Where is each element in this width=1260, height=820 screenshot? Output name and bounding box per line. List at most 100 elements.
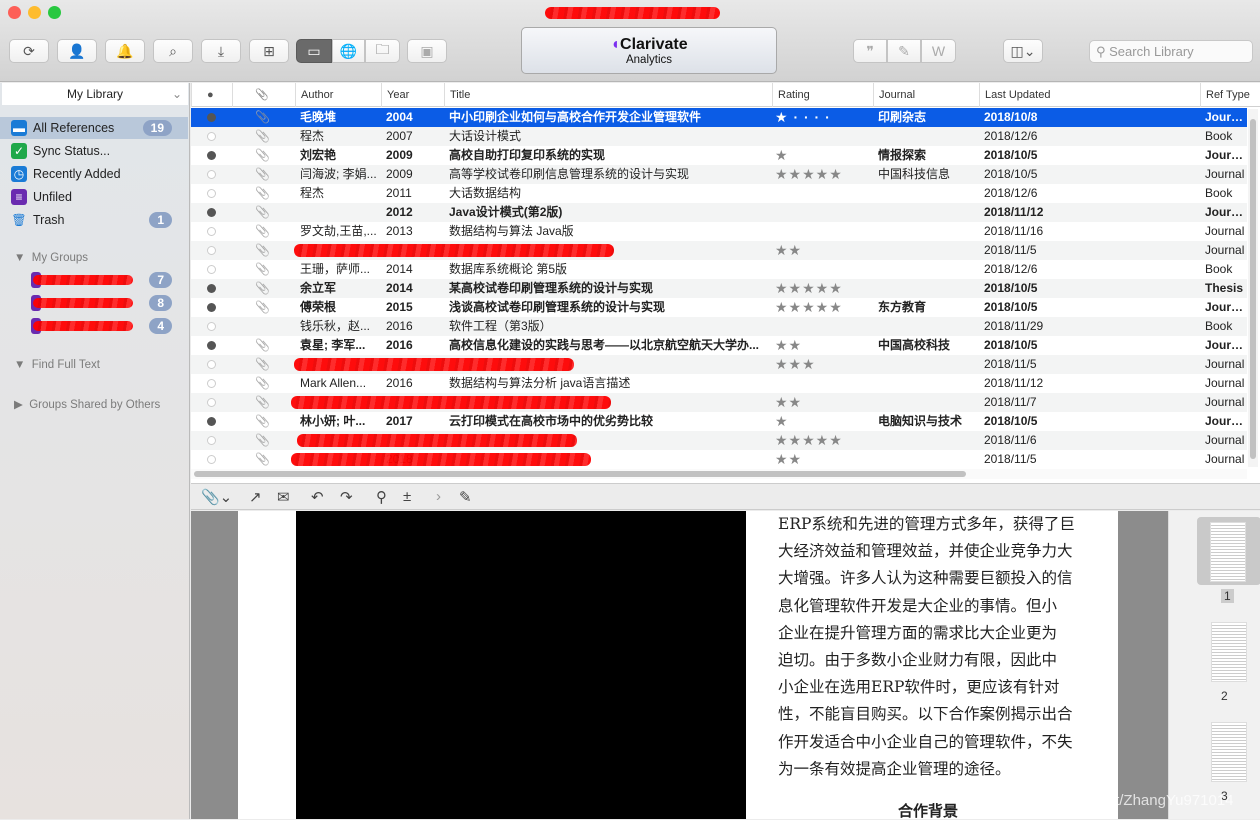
- sidebar-item-trash[interactable]: 🗑 Trash 1: [0, 209, 188, 231]
- group-item[interactable]: 7: [0, 269, 188, 291]
- horizontal-scrollbar[interactable]: [191, 469, 1247, 479]
- vertical-scrollbar[interactable]: [1248, 109, 1258, 467]
- page-thumbnail-1[interactable]: [1210, 522, 1246, 582]
- add-author-button[interactable]: 👤: [57, 39, 97, 63]
- table-row[interactable]: 📎 2012 Java设计模式(第2版) 2018/11/12 Journal: [191, 203, 1247, 222]
- sync-button[interactable]: ⟳: [9, 39, 49, 63]
- attachment-menu-icon[interactable]: 📎⌄: [201, 488, 232, 506]
- find-full-text-button[interactable]: ⌕: [153, 39, 193, 63]
- page-thumbnail-2[interactable]: [1211, 622, 1247, 682]
- notification-button[interactable]: 🔔: [105, 39, 145, 63]
- column-header-rating[interactable]: Rating: [772, 83, 873, 107]
- sidebar-item-recently-added[interactable]: ◷ Recently Added: [0, 163, 188, 185]
- layout-button[interactable]: ◫⌄: [1003, 39, 1043, 63]
- page-thumbnail-3[interactable]: [1211, 722, 1247, 782]
- table-row[interactable]: 📎 闫海波; 李娟... 2009 高等学校试卷印刷信息管理系统的设计与实现 中国科技信…: [191, 165, 1247, 184]
- column-header-year[interactable]: Year: [381, 83, 444, 107]
- email-icon[interactable]: ✉: [277, 488, 290, 506]
- format-bibliography-button[interactable]: ✎: [887, 39, 921, 63]
- rating-stars[interactable]: ★★★★★: [775, 298, 843, 317]
- rating-stars[interactable]: ★★★★★: [775, 431, 843, 450]
- zoom-plus-minus-icon[interactable]: ±: [403, 488, 411, 505]
- preview-pane-button[interactable]: ▣: [407, 39, 447, 63]
- open-external-icon[interactable]: ↗: [249, 488, 262, 506]
- search-pdf-icon[interactable]: ⚲: [376, 488, 387, 506]
- word-button[interactable]: W: [921, 39, 956, 63]
- sidebar-item-unfiled[interactable]: ≡ Unfiled: [0, 186, 188, 208]
- minimize-window-button[interactable]: [28, 6, 41, 19]
- sidebar-item-sync-status[interactable]: ✓ Sync Status...: [0, 140, 188, 162]
- library-selector[interactable]: My Library ⌄: [2, 83, 188, 105]
- read-indicator-icon[interactable]: [207, 227, 216, 236]
- vertical-scroll-thumb[interactable]: [1250, 119, 1256, 459]
- horizontal-scroll-thumb[interactable]: [194, 471, 966, 477]
- read-indicator-icon[interactable]: [207, 132, 216, 141]
- column-header-last-updated[interactable]: Last Updated: [979, 83, 1200, 107]
- unread-indicator-icon[interactable]: [207, 303, 216, 312]
- unread-indicator-icon[interactable]: [207, 208, 216, 217]
- read-indicator-icon[interactable]: [207, 322, 216, 331]
- local-library-mode-button[interactable]: ▭: [296, 39, 332, 63]
- read-indicator-icon[interactable]: [207, 455, 216, 464]
- read-indicator-icon[interactable]: [207, 265, 216, 274]
- zoom-window-button[interactable]: [48, 6, 61, 19]
- table-row[interactable]: 钱乐秋，赵... 2016 软件工程（第3版） 2018/11/29 Book: [191, 317, 1247, 336]
- read-indicator-icon[interactable]: [207, 379, 216, 388]
- column-header-attachment[interactable]: 📎: [232, 83, 295, 107]
- groups-shared-header[interactable]: ▶ Groups Shared by Others: [14, 397, 160, 411]
- column-header-ref-type[interactable]: Ref Type: [1200, 83, 1250, 107]
- table-row[interactable]: 📎 林小妍; 叶... 2017 云打印模式在高校市场中的优劣势比较 电脑知识与技术 20…: [191, 412, 1247, 431]
- rating-stars[interactable]: ★★★★★: [775, 165, 843, 184]
- table-row[interactable]: 📎 程杰 2007 大话设计模式 2018/12/6 Book: [191, 127, 1247, 146]
- import-button[interactable]: ⤓: [201, 39, 241, 63]
- table-row[interactable]: 📎 罗文劼,王苗,... 2013 数据结构与算法 Java版 2018/11/16 Jo…: [191, 222, 1247, 241]
- rotate-right-icon[interactable]: ↷: [340, 488, 353, 506]
- column-header-title[interactable]: Title: [444, 83, 772, 107]
- sidebar-item-all-references[interactable]: ▬ All References 19: [0, 117, 188, 139]
- table-row[interactable]: 📎 毛晚堆 2004 中小印刷企业如何与高校合作开发企业管理软件 印刷杂志 2018/10…: [191, 108, 1247, 127]
- column-header-author[interactable]: Author: [295, 83, 381, 107]
- table-row[interactable]: 📎 2018/11/5 Journal ★★★: [191, 355, 1247, 374]
- table-row[interactable]: 📎 王珊，萨师... 2014 数据库系统概论 第5版 2018/12/6 Book: [191, 260, 1247, 279]
- rating-stars[interactable]: ★: [775, 412, 789, 431]
- unread-indicator-icon[interactable]: [207, 284, 216, 293]
- unread-indicator-icon[interactable]: [207, 341, 216, 350]
- read-indicator-icon[interactable]: [207, 398, 216, 407]
- unread-indicator-icon[interactable]: [207, 151, 216, 160]
- group-item[interactable]: 4: [0, 315, 188, 337]
- rating-stars[interactable]: ★★★: [775, 355, 816, 374]
- rating-stars[interactable]: ★: [775, 146, 789, 165]
- column-header-read-status[interactable]: ●: [191, 83, 232, 107]
- table-row[interactable]: 📎 2018/11/6 Journal ★★★★★: [191, 431, 1247, 450]
- read-indicator-icon[interactable]: [207, 246, 216, 255]
- read-indicator-icon[interactable]: [207, 170, 216, 179]
- table-row[interactable]: 📎 傅荣根 2015 浅谈高校试卷印刷管理系统的设计与实现 东方教育 2018/10/5 J…: [191, 298, 1247, 317]
- unread-indicator-icon[interactable]: [207, 113, 216, 122]
- table-row[interactable]: 📎20182018/11/5Journal★★: [191, 450, 1247, 469]
- read-indicator-icon[interactable]: [207, 360, 216, 369]
- my-groups-header[interactable]: ▼ My Groups: [14, 252, 88, 264]
- table-row[interactable]: 📎 余立军 2014 某高校试卷印刷管理系统的设计与实现 2018/10/5 Thesis…: [191, 279, 1247, 298]
- insert-citation-button[interactable]: ❞: [853, 39, 887, 63]
- column-header-journal[interactable]: Journal: [873, 83, 979, 107]
- read-indicator-icon[interactable]: [207, 189, 216, 198]
- table-row[interactable]: 📎 Mark Allen... 2016 数据结构与算法分析 java语言描述 2018…: [191, 374, 1247, 393]
- new-reference-button[interactable]: ⊞: [249, 39, 289, 63]
- table-row[interactable]: 📎 2018/11/5 Journal ★★: [191, 241, 1247, 260]
- search-input[interactable]: ⚲ Search Library: [1089, 40, 1253, 63]
- table-row[interactable]: 📎 袁星; 李军... 2016 高校信息化建设的实践与思考——以北京航空航天大学办.…: [191, 336, 1247, 355]
- online-search-mode-button[interactable]: 🌐: [332, 39, 365, 63]
- rating-stars[interactable]: ★★: [775, 241, 802, 260]
- next-icon[interactable]: ›: [436, 488, 441, 505]
- close-window-button[interactable]: [8, 6, 21, 19]
- rating-stars[interactable]: ★★★★★: [775, 279, 843, 298]
- rating-stars[interactable]: ★★: [775, 393, 802, 412]
- group-item[interactable]: 8: [0, 292, 188, 314]
- annotate-icon[interactable]: ✎: [459, 488, 472, 506]
- rating-stars[interactable]: ★★: [775, 450, 802, 469]
- find-full-text-header[interactable]: ▼ Find Full Text: [14, 359, 100, 371]
- rotate-left-icon[interactable]: ↶: [311, 488, 324, 506]
- pdf-preview[interactable]: ERP系统和先进的管理方式多年，获得了巨 大经济效益和管理效益，并使企业竞争力大大…: [191, 511, 1168, 819]
- table-row[interactable]: 📎 2018/11/7 Journal ★★: [191, 393, 1247, 412]
- table-row[interactable]: 📎 程杰 2011 大话数据结构 2018/12/6 Book: [191, 184, 1247, 203]
